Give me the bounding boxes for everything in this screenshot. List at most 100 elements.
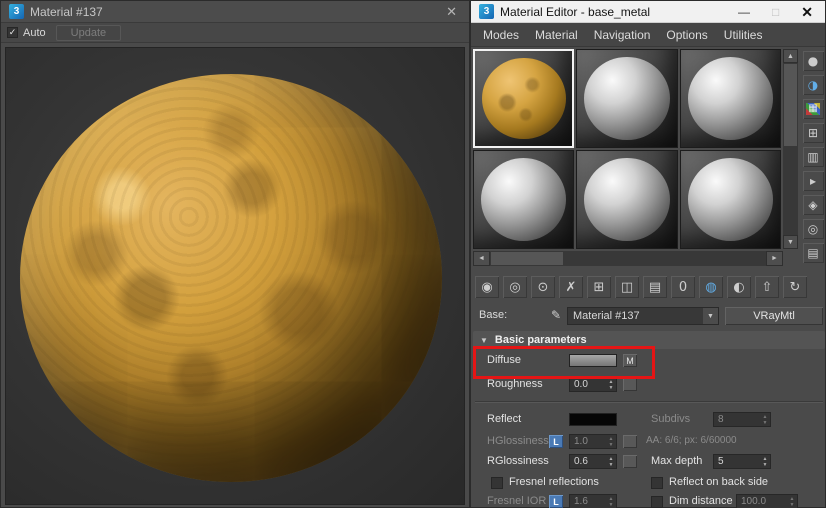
make-preview-icon: ▸ — [809, 174, 817, 188]
fresnel-reflections-label: Fresnel reflections — [509, 476, 599, 488]
horizontal-scroll-thumb[interactable] — [491, 252, 563, 265]
section-divider — [475, 401, 823, 403]
sample-slot-5[interactable] — [576, 150, 678, 249]
menu-navigation[interactable]: Navigation — [586, 28, 659, 42]
close-icon[interactable]: ✕ — [442, 4, 461, 20]
sample-uv-tiling-icon: ⊞ — [807, 126, 819, 140]
show-shaded-material-in-viewport-button[interactable]: ◍ — [699, 276, 723, 298]
spin-down-icon[interactable]: ▼ — [763, 462, 768, 468]
put-material-to-scene-button[interactable]: ◎ — [503, 276, 527, 298]
sample-slot-1[interactable] — [473, 49, 575, 148]
spin-down-icon[interactable]: ▼ — [609, 385, 614, 391]
material-preview-sphere — [20, 74, 442, 482]
menu-modes[interactable]: Modes — [475, 28, 527, 42]
material-id-channel-button[interactable]: 0 — [671, 276, 695, 298]
rollout-basic-parameters[interactable]: ▼ Basic parameters — [473, 331, 825, 349]
spin-down-icon[interactable]: ▼ — [609, 462, 614, 468]
make-unique-button[interactable]: ◫ — [615, 276, 639, 298]
roughness-spinner[interactable]: 0.0 ▲ ▼ — [569, 377, 617, 392]
menu-utilities[interactable]: Utilities — [716, 28, 771, 42]
go-forward-to-sibling-button[interactable]: ↻ — [783, 276, 807, 298]
show-end-result-button[interactable]: ◐ — [727, 276, 751, 298]
assign-material-to-selection-button[interactable]: ⊙ — [531, 276, 555, 298]
fresnel-ior-spinner[interactable]: 1.6 ▲ ▼ — [569, 494, 617, 508]
select-by-material-icon: ◎ — [807, 222, 819, 236]
minimize-icon[interactable]: — — [738, 6, 750, 18]
make-preview-button[interactable]: ▸ — [802, 171, 824, 191]
put-to-library-icon: ▤ — [648, 279, 662, 295]
material-preview-window: 3 Material #137 ✕ ✓ Auto Update — [0, 0, 470, 508]
fresnel-reflections-checkbox[interactable] — [491, 477, 503, 489]
reset-material-button[interactable]: ✗ — [559, 276, 583, 298]
rglossiness-map-button[interactable] — [623, 455, 637, 468]
slots-horizontal-scrollbar[interactable]: ◄ ► — [473, 251, 783, 266]
scroll-down-icon[interactable]: ▼ — [783, 235, 798, 249]
sample-slot-4[interactable] — [473, 150, 575, 249]
rglossiness-spinner[interactable]: 0.6 ▲ ▼ — [569, 454, 617, 469]
material-sphere-thumb — [687, 157, 774, 242]
pick-material-eyedropper-icon[interactable]: ✎ — [551, 308, 561, 322]
fresnel-ior-lock-button[interactable]: L — [549, 495, 563, 508]
scroll-up-icon[interactable]: ▲ — [783, 49, 798, 63]
preview-viewport[interactable] — [5, 47, 465, 505]
menu-material[interactable]: Material — [527, 28, 586, 42]
auto-update-toggle[interactable]: ✓ Auto — [7, 27, 46, 39]
put-to-library-button[interactable]: ▤ — [643, 276, 667, 298]
backlight-button[interactable]: ◑ — [802, 75, 824, 95]
maximize-icon[interactable]: □ — [772, 6, 779, 18]
sample-slot-6[interactable] — [679, 150, 781, 249]
update-button[interactable]: Update — [55, 24, 122, 41]
editor-titlebar[interactable]: 3 Material Editor - base_metal — □ ✕ — [471, 1, 825, 23]
screen: 3 Material #137 ✕ ✓ Auto Update 3 Materi… — [0, 0, 826, 508]
reflect-on-back-side-checkbox[interactable] — [651, 477, 663, 489]
fresnel-ior-value: 1.6 — [574, 496, 588, 507]
sample-slot-2[interactable] — [576, 49, 678, 148]
chevron-down-icon[interactable]: ▼ — [703, 308, 718, 324]
sample-type-button[interactable]: ● — [802, 51, 824, 71]
select-by-material-button[interactable]: ◎ — [802, 219, 824, 239]
dim-distance-checkbox[interactable] — [651, 496, 663, 508]
hglossiness-lock-button[interactable]: L — [549, 435, 563, 448]
material-class-button[interactable]: VRayMtl — [725, 307, 823, 325]
roughness-map-button[interactable] — [623, 378, 637, 391]
hglossiness-spinner[interactable]: 1.0 ▲ ▼ — [569, 434, 617, 449]
auto-checkbox[interactable]: ✓ — [7, 27, 18, 38]
max-depth-spinner[interactable]: 5 ▲ ▼ — [713, 454, 771, 469]
material-map-navigator-button[interactable]: ▤ — [802, 243, 824, 263]
assign-material-to-selection-icon: ⊙ — [537, 279, 549, 295]
vertical-scroll-thumb[interactable] — [784, 64, 797, 146]
scroll-right-icon[interactable]: ► — [766, 251, 783, 266]
reflect-color-swatch[interactable] — [569, 413, 617, 426]
make-material-copy-button[interactable]: ⊞ — [587, 276, 611, 298]
subdivs-spinner[interactable]: 8 ▲ ▼ — [713, 412, 771, 427]
options-button[interactable]: ◈ — [802, 195, 824, 215]
get-material-button[interactable]: ◉ — [475, 276, 499, 298]
rollout-collapse-icon: ▼ — [480, 335, 488, 345]
max-depth-value: 5 — [718, 456, 724, 467]
scroll-left-icon[interactable]: ◄ — [473, 251, 490, 266]
sample-slot-3[interactable] — [679, 49, 781, 148]
spin-down-icon[interactable]: ▼ — [763, 420, 768, 426]
material-id-channel-icon: 0 — [678, 279, 688, 295]
spin-down-icon[interactable]: ▼ — [609, 502, 614, 508]
sample-uv-tiling-button[interactable]: ⊞ — [802, 123, 824, 143]
diffuse-color-swatch[interactable] — [569, 354, 617, 367]
background-button[interactable]: ▦ — [802, 99, 824, 119]
diffuse-map-button[interactable]: M — [623, 354, 637, 367]
slots-vertical-scrollbar[interactable]: ▲ ▼ — [783, 49, 798, 249]
material-name-dropdown[interactable]: Material #137 ▼ — [567, 307, 719, 325]
go-to-parent-button[interactable]: ⇧ — [755, 276, 779, 298]
close-icon[interactable]: ✕ — [801, 5, 813, 19]
hglossiness-map-button[interactable] — [623, 435, 637, 448]
backlight-icon: ◑ — [807, 78, 819, 92]
hglossiness-value: 1.0 — [574, 436, 588, 447]
reflect-row: Reflect Subdivs 8 ▲ ▼ — [471, 411, 826, 429]
menu-options[interactable]: Options — [658, 28, 715, 42]
preview-titlebar[interactable]: 3 Material #137 ✕ — [1, 1, 469, 23]
spin-down-icon[interactable]: ▼ — [790, 502, 795, 508]
dim-distance-spinner[interactable]: 100.0 ▲ ▼ — [736, 494, 798, 508]
base-label: Base: — [479, 309, 508, 321]
video-color-check-button[interactable]: ▥ — [802, 147, 824, 167]
spin-down-icon[interactable]: ▼ — [609, 442, 614, 448]
go-forward-to-sibling-icon: ↻ — [789, 279, 801, 295]
